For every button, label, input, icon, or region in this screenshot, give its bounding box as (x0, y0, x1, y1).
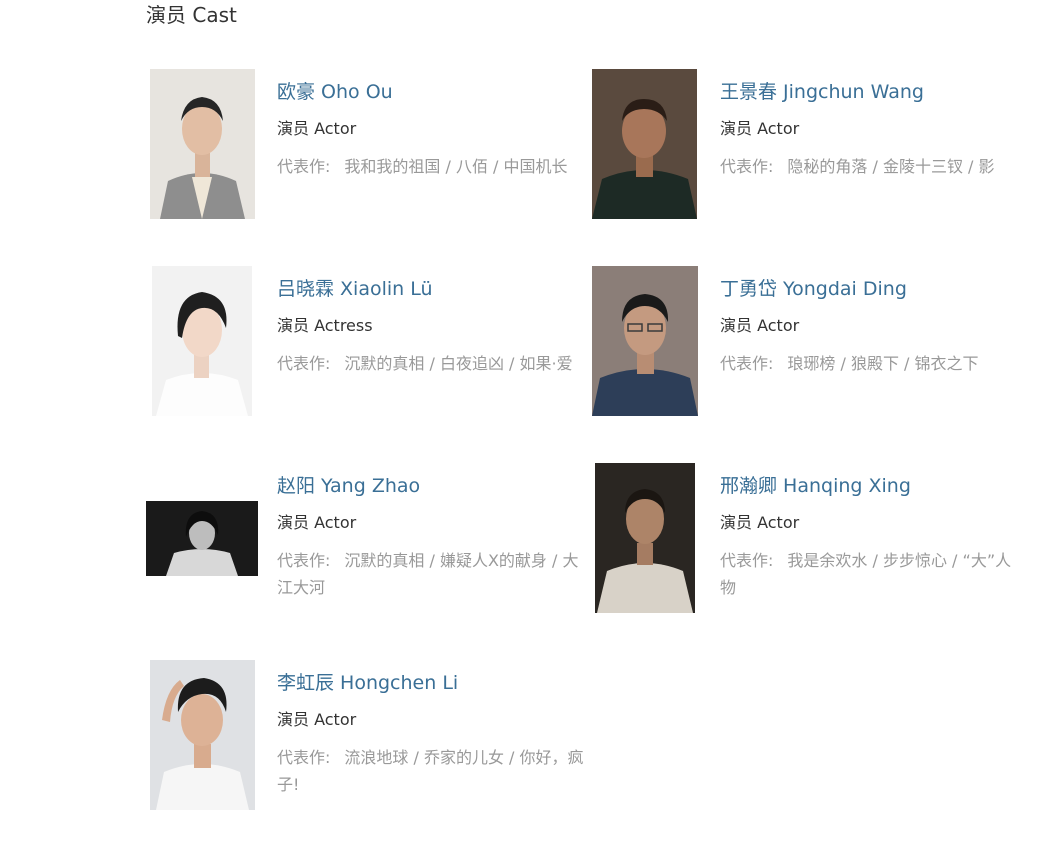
cast-works: 代表作: 我是余欢水 / 步步惊心 / “大”人物 (720, 547, 1027, 601)
photo-slot (146, 69, 258, 219)
works-list: 沉默的真相 / 白夜追凶 / 如果·爱 (344, 354, 573, 373)
cast-role: 演员 Actor (720, 119, 800, 138)
cast-role: 演员 Actor (277, 513, 357, 532)
cast-works: 代表作: 琅琊榜 / 狼殿下 / 锦衣之下 (720, 350, 1027, 377)
works-list: 隐秘的角落 / 金陵十三钗 / 影 (787, 157, 995, 176)
cast-works: 代表作: 沉默的真相 / 白夜追凶 / 如果·爱 (277, 350, 584, 377)
cast-name[interactable]: 赵阳 Yang Zhao (277, 474, 420, 498)
cast-role: 演员 Actor (720, 513, 800, 532)
cast-item: 李虹辰 Hongchen Li 演员 Actor 代表作: 流浪地球 / 乔家的儿… (146, 660, 586, 820)
actor-photo[interactable] (146, 501, 258, 576)
works-list: 我和我的祖国 / 八佰 / 中国机长 (344, 157, 568, 176)
photo-slot (146, 463, 258, 613)
cast-role: 演员 Actor (277, 710, 357, 729)
cast-name[interactable]: 李虹辰 Hongchen Li (277, 671, 458, 695)
cast-works: 代表作: 隐秘的角落 / 金陵十三钗 / 影 (720, 153, 1027, 180)
cast-name[interactable]: 王景春 Jingchun Wang (720, 80, 924, 104)
photo-slot (589, 266, 701, 416)
actor-photo[interactable] (592, 266, 698, 416)
works-label: 代表作: (277, 157, 331, 176)
works-label: 代表作: (277, 551, 331, 570)
actor-photo[interactable] (150, 69, 255, 219)
works-label: 代表作: (720, 157, 774, 176)
photo-slot (146, 660, 258, 810)
cast-role: 演员 Actor (720, 316, 800, 335)
works-label: 代表作: (277, 748, 331, 767)
cast-works: 代表作: 流浪地球 / 乔家的儿女 / 你好，疯子! (277, 744, 584, 798)
photo-slot (589, 463, 701, 613)
cast-name[interactable]: 欧豪 Oho Ou (277, 80, 393, 104)
cast-item: 王景春 Jingchun Wang 演员 Actor 代表作: 隐秘的角落 / 金… (589, 69, 1029, 229)
cast-item: 邢瀚卿 Hanqing Xing 演员 Actor 代表作: 我是余欢水 / 步步… (589, 463, 1029, 623)
actor-photo[interactable] (592, 69, 697, 219)
cast-role: 演员 Actress (277, 316, 373, 335)
works-label: 代表作: (277, 354, 331, 373)
cast-item: 吕晓霖 Xiaolin Lü 演员 Actress 代表作: 沉默的真相 / 白夜… (146, 266, 586, 426)
actor-photo[interactable] (152, 266, 252, 416)
cast-item: 欧豪 Oho Ou 演员 Actor 代表作: 我和我的祖国 / 八佰 / 中国机… (146, 69, 586, 229)
cast-works: 代表作: 沉默的真相 / 嫌疑人X的献身 / 大江大河 (277, 547, 584, 601)
photo-slot (589, 69, 701, 219)
cast-item: 赵阳 Yang Zhao 演员 Actor 代表作: 沉默的真相 / 嫌疑人X的献… (146, 463, 586, 623)
cast-name[interactable]: 邢瀚卿 Hanqing Xing (720, 474, 911, 498)
cast-name[interactable]: 吕晓霖 Xiaolin Lü (277, 277, 433, 301)
section-title: 演员 Cast (146, 3, 237, 27)
cast-role: 演员 Actor (277, 119, 357, 138)
works-list: 琅琊榜 / 狼殿下 / 锦衣之下 (787, 354, 979, 373)
actor-photo[interactable] (595, 463, 695, 613)
actor-photo[interactable] (150, 660, 255, 810)
cast-works: 代表作: 我和我的祖国 / 八佰 / 中国机长 (277, 153, 584, 180)
cast-name[interactable]: 丁勇岱 Yongdai Ding (720, 277, 907, 301)
works-label: 代表作: (720, 551, 774, 570)
photo-slot (146, 266, 258, 416)
cast-item: 丁勇岱 Yongdai Ding 演员 Actor 代表作: 琅琊榜 / 狼殿下 … (589, 266, 1029, 426)
works-label: 代表作: (720, 354, 774, 373)
